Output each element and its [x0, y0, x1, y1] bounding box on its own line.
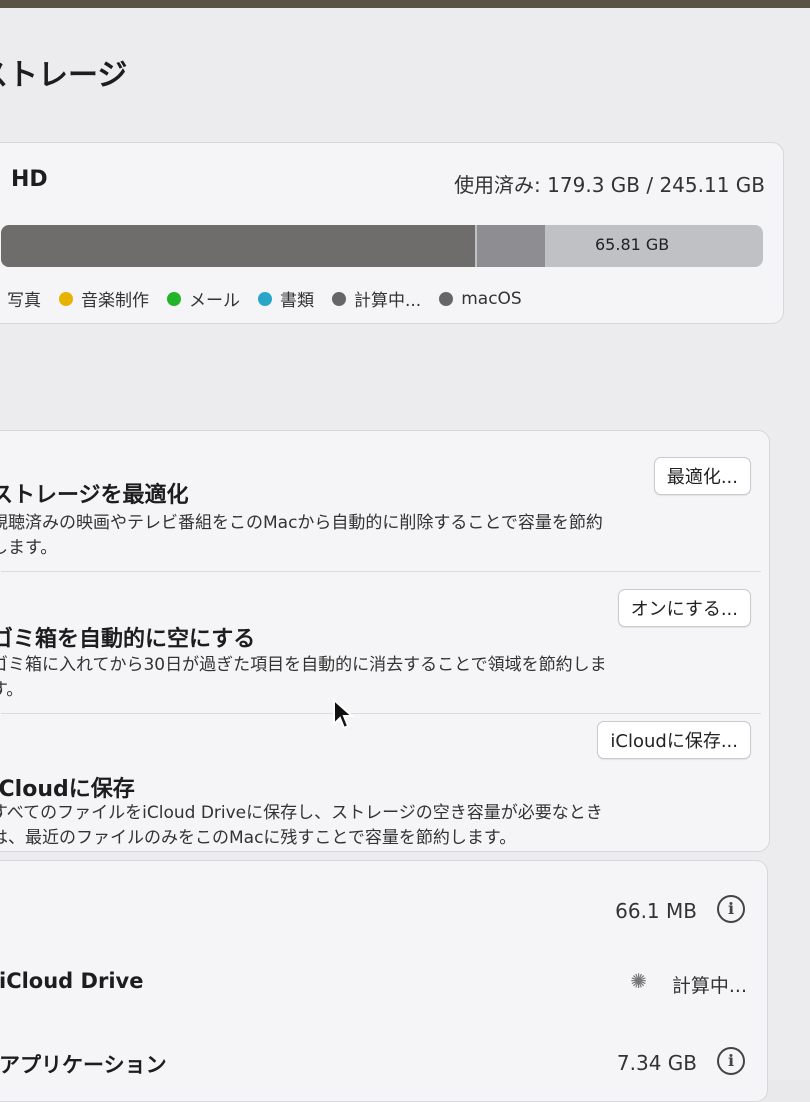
legend-label: 写真	[7, 291, 41, 311]
legend-dot	[332, 291, 346, 306]
used-space-text: 使用済み: 179.3 GB / 245.11 GB	[454, 173, 765, 197]
legend-item-mail: メール	[167, 286, 240, 311]
legend-item-calculating: 計算中...	[332, 286, 421, 311]
legend-dot	[439, 291, 454, 306]
separator	[1, 713, 761, 714]
recommendations-card: 最適化... ストレージを最適化 視聴済みの映画やテレビ番組をこのMacから自動…	[0, 430, 770, 852]
page-title: ストレージ	[0, 58, 128, 93]
category-name: iCloud Drive	[0, 969, 144, 993]
legend-item-photos: 写真	[7, 286, 41, 311]
list-item[interactable]: 66.1 MB i	[0, 879, 767, 939]
info-icon[interactable]: i	[717, 1047, 745, 1075]
reco-desc-icloud: すべてのファイルをiCloud Driveに保存し、ストレージの空き容量が必要な…	[0, 803, 603, 848]
legend-item-macos: macOS	[439, 286, 522, 311]
reco-title-icloud: iCloudに保存	[0, 777, 135, 802]
legend-dot	[167, 291, 181, 306]
empty-trash-on-button[interactable]: オンにする...	[617, 589, 751, 627]
legend-dot	[258, 291, 272, 306]
list-item[interactable]: アプリケーション 7.34 GB i	[0, 1031, 767, 1091]
storage-bar: 65.81 GB	[1, 225, 763, 267]
storage-window: ストレージ HD 使用済み: 179.3 GB / 245.11 GB 65.8…	[0, 8, 810, 1102]
disk-usage-card: HD 使用済み: 179.3 GB / 245.11 GB 65.81 GB 写…	[0, 142, 784, 324]
legend-label: 書類	[280, 291, 314, 311]
legend-item-music-creation: 音楽制作	[59, 286, 149, 311]
category-name: アプリケーション	[0, 1053, 167, 1077]
disk-name: HD	[11, 167, 48, 192]
reco-desc-optimize: 視聴済みの映画やテレビ番組をこのMacから自動的に削除することで容量を節約します…	[0, 513, 603, 558]
optimize-button[interactable]: 最適化...	[653, 457, 751, 495]
reco-desc-empty-trash: ゴミ箱に入れてから30日が過ぎた項目を自動的に消去することで領域を節約します。	[0, 655, 607, 700]
category-size: 7.34 GB	[616, 1051, 697, 1075]
separator	[1, 571, 761, 572]
category-size: 66.1 MB	[615, 899, 697, 923]
legend-item-documents: 書類	[258, 286, 314, 311]
reco-title-empty-trash: ゴミ箱を自動的に空にする	[0, 627, 256, 652]
storage-legend: 写真 音楽制作 メール 書類 計算中... macOS	[7, 286, 522, 312]
legend-label: 音楽制作	[81, 291, 149, 311]
storage-bar-system-segment	[477, 225, 545, 267]
mouse-cursor-icon	[333, 698, 355, 730]
category-status: 計算中...	[671, 975, 747, 997]
legend-label: macOS	[461, 288, 522, 309]
list-item[interactable]: iCloud Drive ✺ 計算中...	[0, 951, 767, 1011]
storage-bar-used-segment	[1, 225, 475, 267]
storage-category-list: 66.1 MB i iCloud Drive ✺ 計算中... アプリケーション…	[0, 860, 768, 1102]
legend-label: 計算中...	[354, 291, 422, 311]
free-space-label: 65.81 GB	[595, 235, 670, 254]
store-in-icloud-button[interactable]: iCloudに保存...	[597, 721, 751, 759]
legend-dot	[59, 291, 73, 306]
reco-title-optimize: ストレージを最適化	[0, 483, 189, 508]
spinner-icon: ✺	[630, 969, 647, 993]
legend-label: メール	[189, 291, 240, 311]
info-icon[interactable]: i	[717, 895, 745, 923]
